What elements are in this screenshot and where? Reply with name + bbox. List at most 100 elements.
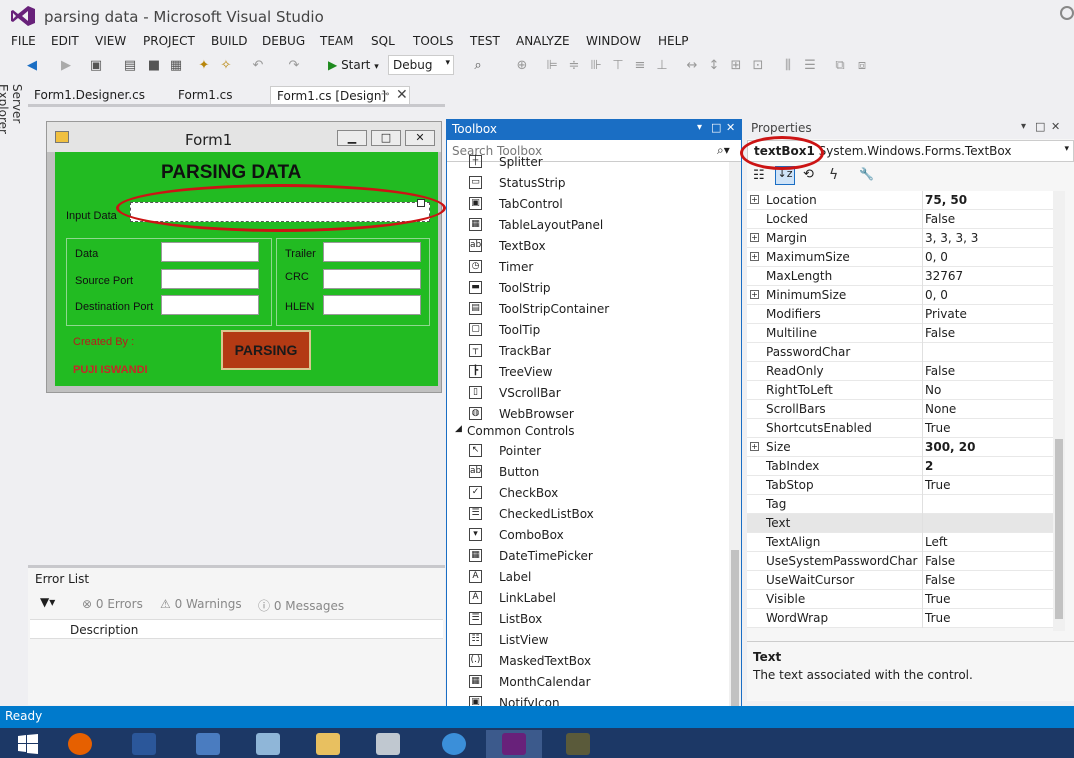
description-column-header[interactable]: Description	[70, 623, 138, 637]
toolbox-item-tablelayoutpanel[interactable]: ▦ TableLayoutPanel	[467, 215, 717, 235]
taskbar-explorer[interactable]	[300, 730, 356, 758]
pin-icon[interactable]: ⊸	[381, 89, 389, 100]
property-value[interactable]: True	[925, 592, 951, 606]
object-selector-combo[interactable]: textBox1 System.Windows.Forms.TextBox ▾	[747, 140, 1074, 162]
property-row-margin[interactable]: + Margin 3, 3, 3, 3	[747, 229, 1065, 248]
property-row-readonly[interactable]: ReadOnly False	[747, 362, 1065, 381]
menu-view[interactable]: VIEW	[95, 34, 126, 48]
property-row-text[interactable]: Text	[747, 514, 1065, 533]
toolbox-item-toolstripcontainer[interactable]: ▤ ToolStripContainer	[467, 299, 717, 319]
menu-file[interactable]: FILE	[11, 34, 36, 48]
tab-form1-designer-cs[interactable]: Form1.Designer.cs	[28, 86, 151, 106]
send-to-back-icon[interactable]: ⧈	[854, 58, 870, 74]
rebuild-icon[interactable]: ✧	[218, 58, 234, 74]
align-bottoms-icon[interactable]: ⊥	[654, 58, 670, 74]
warnings-filter-button[interactable]: ⚠ 0 Warnings	[160, 597, 242, 611]
data-textbox[interactable]	[161, 242, 259, 262]
find-in-files-icon[interactable]: ⌕	[470, 58, 486, 74]
quick-launch-search-icon[interactable]	[1060, 6, 1074, 20]
undo-icon[interactable]: ↶	[250, 58, 266, 74]
taskbar-paint[interactable]	[426, 730, 482, 758]
property-value[interactable]: 32767	[925, 269, 963, 283]
toolbox-item-maskedtextbox[interactable]: (.) MaskedTextBox	[467, 651, 717, 671]
solution-configuration-combo[interactable]: Debug ▾	[388, 55, 454, 75]
toolbox-item-statusstrip[interactable]: ▭ StatusStrip	[467, 173, 717, 193]
property-row-usesystempasswordchar[interactable]: UseSystemPasswordChar False	[747, 552, 1065, 571]
make-same-height-icon[interactable]: ↕	[706, 58, 722, 74]
close-tab-icon[interactable]: ✕	[396, 87, 408, 103]
menu-test[interactable]: TEST	[470, 34, 500, 48]
toolbox-item-toolstrip[interactable]: ▬ ToolStrip	[467, 278, 717, 298]
property-value[interactable]: Private	[925, 307, 967, 321]
property-row-locked[interactable]: Locked False	[747, 210, 1065, 229]
property-row-maximumsize[interactable]: + MaximumSize 0, 0	[747, 248, 1065, 267]
properties-view-icon[interactable]: ⟲	[803, 167, 814, 182]
toolbox-item-textbox[interactable]: ab TextBox	[467, 236, 717, 256]
toolbox-item-pointer[interactable]: ↖ Pointer	[467, 441, 717, 461]
toolbox-item-datetimepicker[interactable]: ▦ DateTimePicker	[467, 546, 717, 566]
toolbox-scroll-thumb[interactable]	[731, 550, 739, 710]
toolbox-item-timer[interactable]: ◷ Timer	[467, 257, 717, 277]
property-row-location[interactable]: + Location 75, 50	[747, 191, 1065, 210]
property-row-righttoleft[interactable]: RightToLeft No	[747, 381, 1065, 400]
toolbox-item-splitter[interactable]: ┼ Splitter	[467, 152, 717, 172]
taskbar-word[interactable]	[116, 730, 172, 758]
property-value[interactable]: 75, 50	[925, 193, 967, 207]
expand-plus-icon[interactable]: +	[750, 442, 759, 451]
align-middles-icon[interactable]: ≡	[632, 58, 648, 74]
property-row-passwordchar[interactable]: PasswordChar	[747, 343, 1065, 362]
errors-filter-button[interactable]: ⊗ 0 Errors	[82, 597, 143, 611]
vertical-spacing-icon[interactable]: ☰	[802, 58, 818, 74]
parsing-button[interactable]: PARSING	[221, 330, 311, 370]
toolbox-item-linklabel[interactable]: A LinkLabel	[467, 588, 717, 608]
property-value[interactable]: False	[925, 326, 955, 340]
navigate-forward-icon[interactable]: ▶	[58, 58, 74, 74]
toolbox-section-common-controls[interactable]: ◢ Common Controls	[453, 421, 703, 441]
hlen-textbox[interactable]	[323, 295, 421, 315]
start-button[interactable]	[0, 730, 56, 758]
property-value[interactable]: 0, 0	[925, 288, 948, 302]
toolbox-item-listbox[interactable]: ☰ ListBox	[467, 609, 717, 629]
menu-help[interactable]: HELP	[658, 34, 689, 48]
toolbox-item-checkbox[interactable]: ✓ CheckBox	[467, 483, 717, 503]
property-value[interactable]: True	[925, 611, 951, 625]
maximize-icon[interactable]: □	[1035, 120, 1045, 133]
property-row-minimumsize[interactable]: + MinimumSize 0, 0	[747, 286, 1065, 305]
menu-project[interactable]: PROJECT	[143, 34, 195, 48]
trailer-textbox[interactable]	[323, 242, 421, 262]
toolbox-item-label[interactable]: A Label	[467, 567, 717, 587]
save-icon[interactable]: ■	[146, 58, 162, 74]
property-row-tabindex[interactable]: TabIndex 2	[747, 457, 1065, 476]
events-lightning-icon[interactable]: ϟ	[829, 167, 838, 183]
expand-plus-icon[interactable]: +	[750, 290, 759, 299]
expand-plus-icon[interactable]: +	[750, 195, 759, 204]
taskbar-calculator[interactable]	[360, 730, 416, 758]
property-row-scrollbars[interactable]: ScrollBars None	[747, 400, 1065, 419]
alphabetical-icon[interactable]: ↓z	[775, 166, 795, 185]
toolbox-item-vscrollbar[interactable]: ▯ VScrollBar	[467, 383, 717, 403]
property-value[interactable]: True	[925, 421, 951, 435]
property-row-shortcutsenabled[interactable]: ShortcutsEnabled True	[747, 419, 1065, 438]
start-debugging-button[interactable]: ▶ Start ▾	[328, 58, 379, 76]
property-row-tag[interactable]: Tag	[747, 495, 1065, 514]
property-row-multiline[interactable]: Multiline False	[747, 324, 1065, 343]
property-value[interactable]: 300, 20	[925, 440, 975, 454]
categorized-icon[interactable]: ☷	[753, 168, 765, 183]
property-value[interactable]: 2	[925, 459, 933, 473]
properties-scroll-thumb[interactable]	[1055, 439, 1063, 619]
property-row-modifiers[interactable]: Modifiers Private	[747, 305, 1065, 324]
toolbox-item-trackbar[interactable]: ┬ TrackBar	[467, 341, 717, 361]
property-pages-icon[interactable]: 🔧	[859, 167, 874, 181]
bring-to-front-icon[interactable]: ⧉	[832, 58, 848, 74]
filter-icon[interactable]: ▼▾	[40, 595, 55, 609]
tab-form1-design[interactable]: Form1.cs [Design] ⊸	[270, 86, 410, 106]
source-port-textbox[interactable]	[161, 269, 259, 289]
property-value[interactable]: False	[925, 212, 955, 226]
taskbar-other-app[interactable]	[550, 730, 606, 758]
build-icon[interactable]: ✦	[196, 58, 212, 74]
dropdown-icon[interactable]: ▾	[1021, 121, 1026, 132]
size-to-grid-icon[interactable]: ⊡	[750, 58, 766, 74]
property-row-usewaitcursor[interactable]: UseWaitCursor False	[747, 571, 1065, 590]
property-value[interactable]: False	[925, 364, 955, 378]
toolbox-item-tabcontrol[interactable]: ▣ TabControl	[467, 194, 717, 214]
